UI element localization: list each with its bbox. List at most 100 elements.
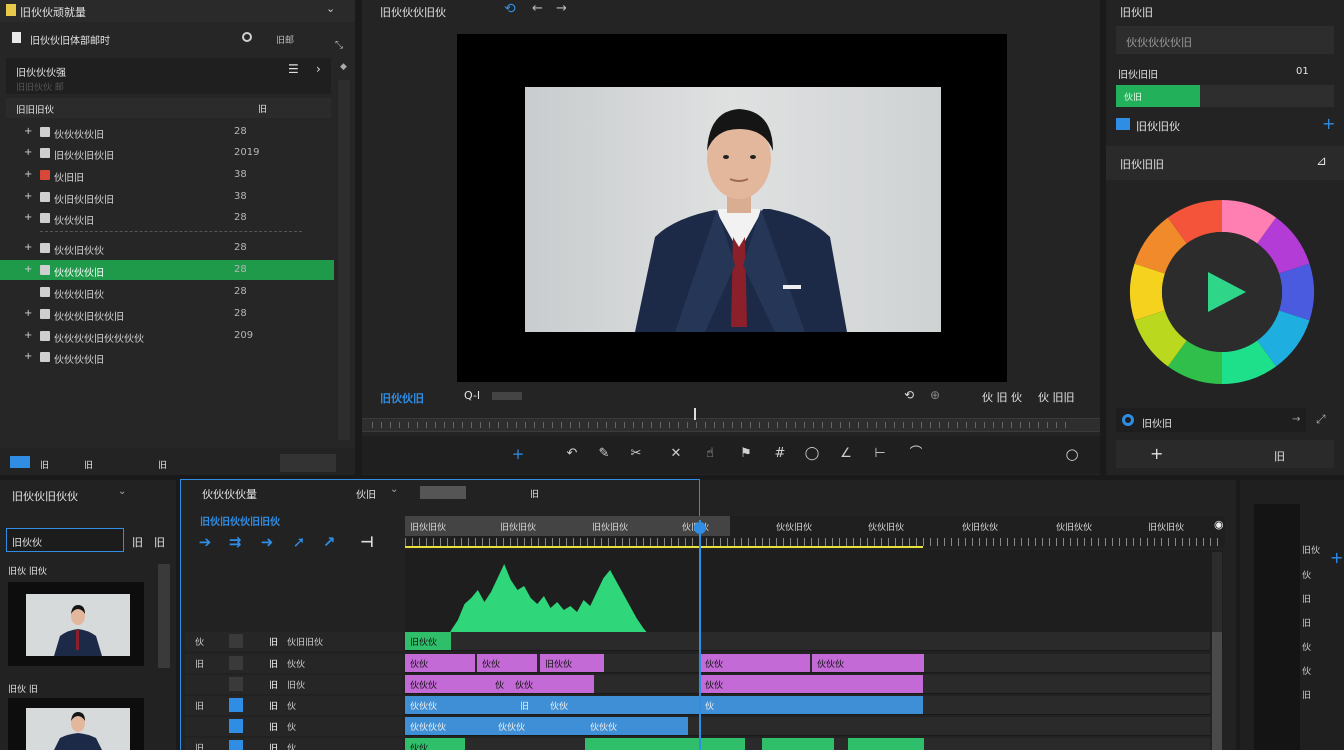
forward-arrow-icon[interactable]: → xyxy=(556,1,567,16)
project-item[interactable]: + 伙伙旧伙伙 28 xyxy=(0,238,334,258)
color-wheel[interactable] xyxy=(1126,196,1318,388)
timeline-clip[interactable]: 伙 xyxy=(490,675,510,693)
timeline-clip[interactable]: 伙伙 xyxy=(477,654,537,672)
playhead-head[interactable] xyxy=(694,522,706,534)
pen-icon[interactable]: ✎ xyxy=(596,446,612,462)
timeline-dropdown-chevron-icon[interactable]: ⌄ xyxy=(390,484,398,495)
track-toggle-label[interactable]: 旧 xyxy=(195,657,204,670)
razor-icon[interactable]: ✂ xyxy=(628,446,644,462)
project-item[interactable]: + 伙伙伙旧伙伙旧 28 xyxy=(0,304,334,324)
undo-icon[interactable]: ↶ xyxy=(564,446,580,462)
track-lock-icon[interactable] xyxy=(229,656,243,670)
track-lock-icon[interactable] xyxy=(229,698,243,712)
chevron-right-icon[interactable]: › xyxy=(316,62,321,76)
search-icon[interactable] xyxy=(242,32,252,42)
track-toggle-label[interactable]: 旧 xyxy=(195,699,204,712)
clip2-thumbnail[interactable] xyxy=(8,698,144,750)
expand-icon[interactable]: + xyxy=(24,191,32,202)
hand-icon[interactable]: ☝ xyxy=(702,446,718,462)
extend-icon[interactable]: ⊣ xyxy=(358,534,376,550)
timeline-clip[interactable]: 伙伙 xyxy=(405,654,475,672)
expand-icon[interactable]: + xyxy=(24,242,32,253)
project-item[interactable]: 伙伙伙旧伙 28 xyxy=(0,282,334,302)
circle-icon[interactable]: ○ xyxy=(1064,446,1080,462)
project-item[interactable]: + 伙伙伙伙旧伙伙伙伙 209 xyxy=(0,326,334,346)
timeline-name-field[interactable] xyxy=(420,486,466,499)
ruler-menu-icon[interactable]: ◉ xyxy=(1214,518,1224,531)
zoom-slider[interactable] xyxy=(492,392,522,400)
track-header[interactable]: 旧旧伙 xyxy=(185,738,403,750)
project-item[interactable]: + 伙伙伙旧 28 xyxy=(0,208,334,228)
expand-icon[interactable]: + xyxy=(24,264,32,275)
timeline-clip[interactable]: 伙 xyxy=(700,696,923,714)
expand-icon[interactable]: + xyxy=(24,308,32,319)
diamond-icon[interactable]: ◆ xyxy=(340,62,347,72)
expand-icon[interactable]: + xyxy=(24,147,32,158)
media-tab-b[interactable]: 旧 xyxy=(132,534,143,550)
track-toggle-label[interactable]: 旧 xyxy=(195,741,204,750)
timeline-clip[interactable]: 伙伙伙伙 xyxy=(405,717,493,735)
track-header[interactable]: 旧旧伙 xyxy=(185,696,403,715)
curve-icon[interactable]: ⊿ xyxy=(1316,154,1327,169)
timeline-clip[interactable]: 伙伙伙 xyxy=(585,717,688,735)
track-mute-label[interactable]: 旧 xyxy=(269,699,278,712)
diagonal-arrow-icon[interactable]: ➚ xyxy=(290,534,308,550)
ripple-arrow-icon[interactable]: ➜ xyxy=(258,534,276,550)
scrollbar[interactable] xyxy=(338,80,350,440)
project-item[interactable]: + 旧伙伙旧伙旧 2019 xyxy=(0,143,334,163)
timeline-clip[interactable]: 旧伙伙 xyxy=(405,632,451,650)
color-footer-right[interactable]: 旧 xyxy=(1274,448,1285,464)
preset-radio-icon[interactable] xyxy=(1122,414,1134,426)
add-section-icon[interactable]: + xyxy=(1322,114,1335,133)
track-lock-icon[interactable] xyxy=(229,719,243,733)
project-item[interactable]: + 伙伙伙伙旧 28 xyxy=(0,122,334,142)
grid-view-icon[interactable] xyxy=(10,456,30,468)
timeline-clip[interactable]: 伙伙 xyxy=(545,696,700,714)
playhead-marker[interactable] xyxy=(694,408,696,420)
project-item[interactable]: + 伙伙伙伙旧 xyxy=(0,347,334,367)
panel-menu-icon[interactable]: ⤡ xyxy=(335,40,343,51)
clip1-thumbnail[interactable] xyxy=(8,582,144,666)
blade-icon[interactable]: ⌒ xyxy=(908,446,924,462)
loop-icon[interactable]: ⟲ xyxy=(904,388,914,402)
slip-icon[interactable]: ∠ xyxy=(838,446,854,462)
meter-add-icon[interactable]: + xyxy=(1330,548,1343,567)
flag-icon[interactable]: ⚑ xyxy=(738,446,754,462)
timeline-clip[interactable]: 伙伙 xyxy=(405,738,465,750)
timeline-playhead[interactable] xyxy=(699,520,701,750)
expand-icon[interactable]: + xyxy=(24,126,32,137)
track-lane[interactable] xyxy=(405,632,1210,651)
expand-icon[interactable]: + xyxy=(24,351,32,362)
timeline-scroll-thumb[interactable] xyxy=(1212,632,1222,750)
in-out-range[interactable] xyxy=(405,546,923,548)
zoom-tool-icon[interactable]: ◯ xyxy=(804,446,820,462)
timeline-clip[interactable]: 旧 xyxy=(515,696,545,714)
track-lock-icon[interactable] xyxy=(229,677,243,691)
timeline-clip[interactable]: 伙伙 xyxy=(700,654,810,672)
track-mute-label[interactable]: 旧 xyxy=(269,678,278,691)
color-add-button[interactable]: + xyxy=(1150,444,1163,463)
project-item[interactable]: + 伙旧伙旧伙旧 38 xyxy=(0,187,334,207)
viewer-ctrl-right[interactable]: 伙 旧旧 xyxy=(1038,389,1075,405)
wheel-segment[interactable] xyxy=(1130,263,1165,321)
zoom-level[interactable]: Q-I xyxy=(464,389,480,402)
track-mute-label[interactable]: 旧 xyxy=(269,741,278,750)
expand-icon[interactable]: + xyxy=(24,330,32,341)
media-dropdown-icon[interactable]: ⌄ xyxy=(118,486,126,497)
timeline-clip[interactable]: 伙伙伙 xyxy=(493,717,585,735)
timeline-clip[interactable]: 伙伙伙 xyxy=(405,675,490,693)
media-tab-c[interactable]: 旧 xyxy=(154,534,165,550)
expand-icon[interactable]: + xyxy=(24,169,32,180)
track-toggle-label[interactable]: 伙 xyxy=(195,635,204,648)
expand-icon[interactable]: + xyxy=(24,212,32,223)
chevron-down-icon[interactable]: ⌄ xyxy=(326,2,335,15)
timeline-clip[interactable]: 伙伙 xyxy=(700,675,923,693)
slide-arrow-icon[interactable]: ↗ xyxy=(320,534,338,550)
project-item[interactable]: + 伙伙伙伙旧 28 xyxy=(0,260,334,280)
trim-icon[interactable]: ✕ xyxy=(668,446,684,462)
timeline-clip[interactable]: 伙伙伙 xyxy=(812,654,924,672)
select-arrow-icon[interactable]: ➔ xyxy=(196,534,214,550)
track-lock-icon[interactable] xyxy=(229,634,243,648)
zoom-search-icon[interactable]: ⊕ xyxy=(930,388,940,402)
timeline-clip[interactable] xyxy=(848,738,924,750)
